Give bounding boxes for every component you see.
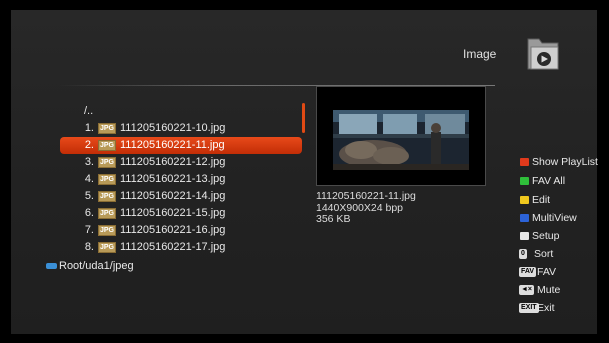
parent-folder-item[interactable]: /.. [60, 103, 302, 120]
exit-key-icon: EXIT [519, 303, 539, 313]
item-number: 3. [84, 156, 94, 168]
file-list-item[interactable]: 3. JPG 111205160221-12.jpg [60, 154, 302, 171]
item-number: 8. [84, 241, 94, 253]
file-name: 111205160221-12.jpg [120, 156, 226, 168]
file-list-item[interactable]: 5. JPG 111205160221-14.jpg [60, 188, 302, 205]
image-info: 111205160221-11.jpg 1440X900X24 bpp 356 … [316, 190, 416, 226]
jpg-file-icon: JPG [98, 140, 116, 151]
red-button-icon [520, 158, 529, 166]
page-title: Image [463, 47, 497, 61]
file-list-item[interactable]: 6. JPG 111205160221-15.jpg [60, 205, 302, 222]
jpg-file-icon: JPG [98, 225, 116, 236]
jpg-file-icon: JPG [98, 191, 116, 202]
item-number: 1. [84, 122, 94, 134]
file-name: 111205160221-17.jpg [120, 241, 226, 253]
image-size: 356 KB [316, 213, 351, 225]
list-scrollbar[interactable] [302, 103, 305, 133]
breadcrumb-path: Root/uda1/jpeg [59, 260, 134, 272]
item-number: 6. [84, 207, 94, 219]
preview-thumbnail [333, 110, 469, 170]
file-list-item[interactable]: 1. JPG 111205160221-10.jpg [60, 120, 302, 137]
image-filename: 111205160221-11.jpg [316, 190, 416, 202]
item-number: 7. [84, 224, 94, 236]
breadcrumb: Root/uda1/jpeg [46, 260, 134, 272]
mute-key-icon: ◄× [519, 285, 535, 295]
parent-folder-label: /.. [84, 105, 94, 117]
jpg-file-icon: JPG [98, 174, 116, 185]
item-number: 4. [84, 173, 94, 185]
image-preview [316, 86, 486, 186]
file-name: 111205160221-13.jpg [120, 173, 226, 185]
file-name: 111205160221-10.jpg [120, 122, 226, 134]
jpg-file-icon: JPG [98, 242, 116, 253]
file-name: 111205160221-11.jpg [120, 139, 225, 151]
file-list-item[interactable]: 7. JPG 111205160221-16.jpg [60, 222, 302, 239]
green-button-icon [520, 177, 529, 185]
yellow-button-icon [520, 196, 529, 204]
zero-key-icon: 0 [519, 249, 527, 259]
item-number: 5. [84, 190, 94, 202]
fav-key-icon: FAV [519, 267, 537, 277]
file-list-item[interactable]: 4. JPG 111205160221-13.jpg [60, 171, 302, 188]
white-button-icon [520, 232, 529, 240]
file-list-item[interactable]: 8. JPG 111205160221-17.jpg [60, 239, 302, 256]
blue-button-icon [520, 214, 529, 222]
file-name: 111205160221-16.jpg [120, 224, 226, 236]
file-name: 111205160221-15.jpg [120, 207, 226, 219]
file-name: 111205160221-14.jpg [120, 190, 226, 202]
item-number: 2. [84, 139, 94, 151]
jpg-file-icon: JPG [98, 157, 116, 168]
jpg-file-icon: JPG [98, 123, 116, 134]
image-folder-icon [527, 38, 559, 70]
usb-drive-icon [46, 263, 57, 270]
jpg-file-icon: JPG [98, 208, 116, 219]
file-list-item-selected[interactable]: 2. JPG 111205160221-11.jpg [60, 137, 302, 154]
